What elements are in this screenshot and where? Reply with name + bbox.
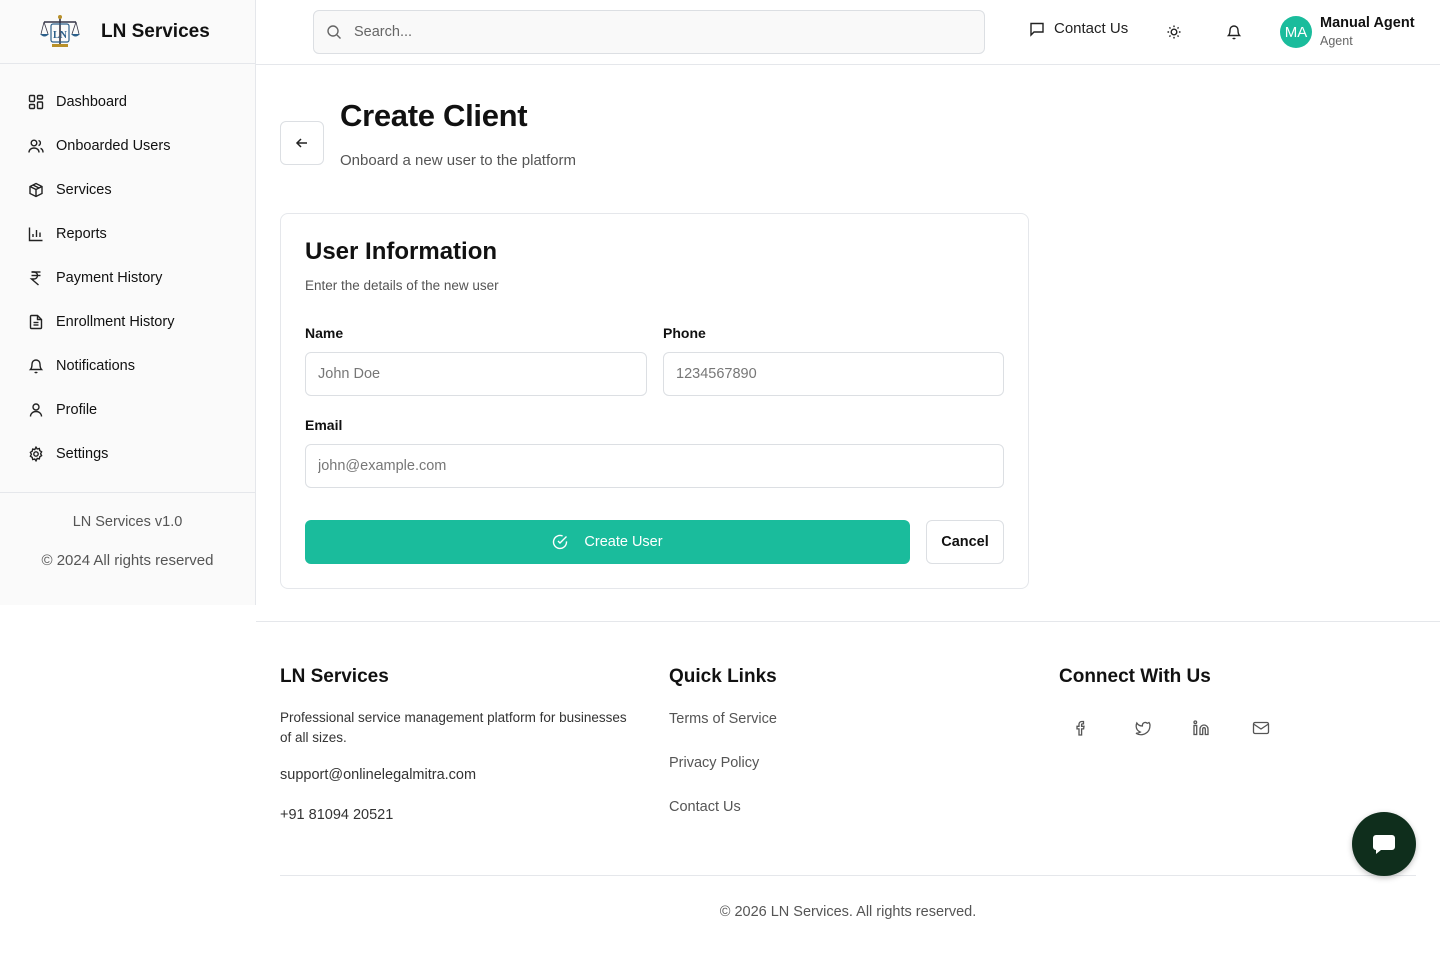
sidebar-item-label: Services bbox=[56, 182, 112, 198]
footer-phone[interactable]: +91 81094 20521 bbox=[280, 807, 393, 823]
sidebar-item-label: Reports bbox=[56, 226, 107, 242]
users-icon bbox=[28, 139, 44, 153]
sidebar-item-profile[interactable]: Profile bbox=[0, 388, 255, 432]
page-title: Create Client bbox=[340, 98, 528, 133]
app-version: LN Services v1.0 bbox=[72, 514, 183, 530]
create-user-label: Create User bbox=[584, 534, 663, 550]
dashboard-icon bbox=[28, 94, 44, 110]
arrow-left-icon bbox=[295, 138, 307, 148]
chat-button[interactable] bbox=[1352, 812, 1416, 876]
sidebar-item-label: Settings bbox=[56, 446, 109, 462]
footer-link-terms[interactable]: Terms of Service bbox=[669, 711, 777, 727]
linkedin-icon[interactable] bbox=[1191, 718, 1211, 738]
gear-icon bbox=[29, 446, 43, 462]
name-field[interactable] bbox=[305, 352, 647, 396]
contact-us-label: Contact Us bbox=[1054, 20, 1129, 37]
contact-us-button[interactable]: Contact Us bbox=[1029, 20, 1128, 37]
sidebar-item-payment-history[interactable]: Payment History bbox=[0, 256, 255, 300]
footer-copyright: © 2026 LN Services. All rights reserved. bbox=[719, 904, 977, 920]
email-field[interactable] bbox=[305, 444, 1004, 488]
card-title: User Information bbox=[305, 238, 498, 265]
avatar[interactable]: MA bbox=[1280, 16, 1312, 48]
sidebar-item-dashboard[interactable]: Dashboard bbox=[0, 80, 255, 124]
name-input[interactable] bbox=[318, 366, 646, 382]
brand[interactable]: LN LN Services bbox=[0, 0, 255, 64]
search-input[interactable] bbox=[354, 24, 954, 40]
check-circle-icon bbox=[553, 534, 568, 550]
rupee-icon bbox=[29, 271, 41, 286]
sidebar-item-label: Payment History bbox=[56, 270, 163, 286]
page-subtitle: Onboard a new user to the platform bbox=[340, 152, 576, 169]
footer-connect-title: Connect With Us bbox=[1059, 666, 1211, 687]
sidebar-item-label: Notifications bbox=[56, 358, 135, 374]
footer-about-description: Professional service management platform… bbox=[280, 710, 627, 745]
sidebar-item-label: Onboarded Users bbox=[56, 138, 171, 154]
footer-link-contact[interactable]: Contact Us bbox=[669, 799, 741, 815]
sidebar-copyright: © 2024 All rights reserved bbox=[41, 552, 214, 569]
search-icon bbox=[327, 25, 341, 39]
notifications-bell-icon[interactable] bbox=[1224, 22, 1244, 42]
sidebar-nav: Dashboard Onboarded Users Services Repor… bbox=[0, 64, 255, 476]
footer-about-title: LN Services bbox=[280, 666, 389, 687]
package-icon bbox=[29, 182, 43, 198]
card-subtitle: Enter the details of the new user bbox=[305, 278, 499, 293]
user-name: Manual Agent bbox=[1320, 15, 1415, 31]
user-icon bbox=[29, 403, 43, 417]
sidebar-item-label: Dashboard bbox=[56, 94, 127, 110]
footer-support-email[interactable]: support@onlinelegalmitra.com bbox=[280, 767, 476, 783]
theme-toggle-sun-icon[interactable] bbox=[1164, 22, 1184, 42]
sidebar: LN LN Services Dashboard Onboarded Users… bbox=[0, 0, 256, 605]
document-icon bbox=[29, 314, 43, 330]
scales-of-justice-logo: LN bbox=[40, 14, 80, 47]
bell-icon bbox=[28, 359, 44, 374]
search-bar[interactable] bbox=[313, 10, 985, 54]
sidebar-footer: LN Services v1.0 © 2024 All rights reser… bbox=[0, 492, 255, 569]
sidebar-item-reports[interactable]: Reports bbox=[0, 212, 255, 256]
sidebar-item-settings[interactable]: Settings bbox=[0, 432, 255, 476]
sidebar-item-notifications[interactable]: Notifications bbox=[0, 344, 255, 388]
phone-input[interactable] bbox=[676, 366, 1003, 382]
email-label: Email bbox=[305, 417, 343, 433]
bar-chart-icon bbox=[28, 227, 43, 242]
twitter-icon[interactable] bbox=[1131, 718, 1151, 738]
cancel-button[interactable]: Cancel bbox=[926, 520, 1004, 564]
email-input[interactable] bbox=[318, 458, 1003, 474]
footer-link-privacy[interactable]: Privacy Policy bbox=[669, 755, 759, 771]
sidebar-item-label: Enrollment History bbox=[56, 314, 175, 330]
phone-label: Phone bbox=[663, 325, 706, 341]
facebook-icon[interactable] bbox=[1071, 718, 1091, 738]
sidebar-item-enrollment-history[interactable]: Enrollment History bbox=[0, 300, 255, 344]
back-button[interactable] bbox=[280, 121, 324, 165]
sidebar-item-services[interactable]: Services bbox=[0, 168, 255, 212]
footer: LN Services Professional service managem… bbox=[256, 621, 1440, 979]
mail-icon[interactable] bbox=[1251, 718, 1271, 738]
footer-divider bbox=[280, 875, 1416, 876]
user-information-card: User Information Enter the details of th… bbox=[280, 213, 1029, 589]
name-label: Name bbox=[305, 325, 344, 341]
message-square-icon bbox=[1030, 22, 1044, 37]
top-header: Contact Us MA Manual Agent Agent bbox=[256, 0, 1440, 65]
svg-text:LN: LN bbox=[53, 30, 68, 41]
sidebar-item-label: Profile bbox=[56, 402, 98, 418]
sidebar-item-onboarded-users[interactable]: Onboarded Users bbox=[0, 124, 255, 168]
chat-bubble-icon bbox=[1373, 835, 1395, 854]
phone-field[interactable] bbox=[663, 352, 1004, 396]
footer-quick-links-title: Quick Links bbox=[669, 666, 777, 687]
create-user-button[interactable]: Create User bbox=[305, 520, 910, 564]
user-role: Agent bbox=[1320, 34, 1353, 48]
brand-name: LN Services bbox=[101, 20, 210, 42]
